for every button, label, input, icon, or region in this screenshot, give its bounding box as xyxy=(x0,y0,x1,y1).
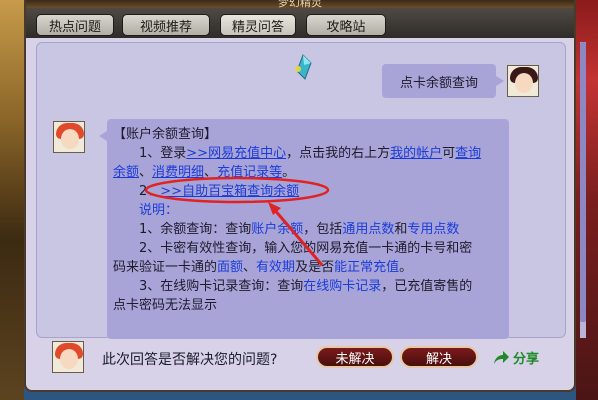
title-bar: 梦幻精灵 xyxy=(26,0,574,9)
tab-bar: 热点问题 视频推荐 精灵问答 攻略站 xyxy=(26,8,574,38)
tab-guide[interactable]: 攻略站 xyxy=(306,14,386,36)
text: 码来验证一卡通的 xyxy=(113,260,218,275)
text: 1、余额查询：查询 xyxy=(139,222,252,237)
tab-hot-questions[interactable]: 热点问题 xyxy=(36,14,114,36)
explain-line-3a: 3、在线购卡记录查询：查询在线购卡记录，已充值寄售的 xyxy=(113,277,499,296)
text: 和 xyxy=(394,222,408,237)
text: 1、登录 xyxy=(139,146,187,161)
tab-label: 视频推荐 xyxy=(139,19,192,35)
text: 2、卡密有效性查询，输入您的网易充值一卡通的卡号和密 xyxy=(139,241,473,256)
scrollbar[interactable] xyxy=(578,42,588,338)
tab-label: 攻略站 xyxy=(326,19,366,35)
answer-line-1b: 余额、消费明细、充值记录等。 xyxy=(113,163,499,182)
text: 及是否 xyxy=(295,260,335,275)
solved-button[interactable]: 解决 xyxy=(400,346,478,368)
recharge-record-link[interactable]: 充值记录等 xyxy=(217,165,282,180)
text: 可 xyxy=(442,146,456,161)
text: 、 xyxy=(204,165,218,180)
sprite-avatar xyxy=(53,121,85,153)
text: 2、 xyxy=(139,184,161,199)
avatar-face xyxy=(60,349,78,369)
text: 账户余额 xyxy=(251,222,304,237)
chat-area: 点卡余额查询 【账户余额查询】 1、登录>>网易充值中心，点击我的右上方我的帐户… xyxy=(36,42,566,339)
explain-line-3b: 点卡密码无法显示 xyxy=(113,296,499,315)
tab-label: 热点问题 xyxy=(48,19,101,35)
recharge-center-link[interactable]: >>网易充值中心 xyxy=(186,146,286,161)
sprite-window: 梦幻精灵 热点问题 视频推荐 精灵问答 攻略站 点卡余额查询 【账户余额查询】 … xyxy=(24,0,586,392)
user-question-bubble: 点卡余额查询 xyxy=(382,64,504,98)
unsolved-label: 未解决 xyxy=(335,351,375,367)
explain-label: 说明： xyxy=(113,201,499,220)
text: 面额 xyxy=(217,260,244,275)
answer-line-1: 1、登录>>网易充值中心，点击我的右上方我的帐户可查询 xyxy=(113,144,499,163)
text: 。 xyxy=(399,260,413,275)
share-arrow-icon xyxy=(494,350,509,364)
text: 。 xyxy=(282,165,296,180)
text: 3、在线购卡记录查询：查询 xyxy=(139,279,304,294)
answer-bubble: 【账户余额查询】 1、登录>>网易充值中心，点击我的右上方我的帐户可查询 余额、… xyxy=(99,119,509,339)
answer-heading: 【账户余额查询】 xyxy=(113,127,218,142)
user-avatar xyxy=(507,65,539,97)
text: 在线购卡记录 xyxy=(303,279,382,294)
unsolved-button[interactable]: 未解决 xyxy=(316,346,394,368)
feedback-question: 此次回答是否解决您的问题? xyxy=(102,352,278,368)
share-label: 分享 xyxy=(513,352,540,367)
avatar-face xyxy=(515,73,533,93)
desktop-background: 梦幻精灵 热点问题 视频推荐 精灵问答 攻略站 点卡余额查询 【账户余额查询】 … xyxy=(0,0,598,400)
text: ，包括 xyxy=(303,222,343,237)
balance-link[interactable]: 余额 xyxy=(113,165,139,180)
text: 有效期 xyxy=(256,260,296,275)
tab-label: 精灵问答 xyxy=(231,19,284,35)
tab-video[interactable]: 视频推荐 xyxy=(122,14,210,36)
answer-line-2: 2、>>自助百宝箱查询余额 xyxy=(113,182,499,201)
text: 、 xyxy=(243,260,257,275)
feedback-bar: 此次回答是否解决您的问题? 未解决 解决 分享 xyxy=(36,340,566,376)
text: 点卡密码无法显示 xyxy=(113,298,218,313)
gem-icon xyxy=(295,54,312,80)
text: ，点击我的右上方 xyxy=(286,146,391,161)
query-link[interactable]: 查询 xyxy=(455,146,481,161)
explain-line-1: 1、余额查询：查询账户余额，包括通用点数和专用点数 xyxy=(113,220,499,239)
text: 说明： xyxy=(139,203,179,218)
explain-line-2a: 2、卡密有效性查询，输入您的网易充值一卡通的卡号和密 xyxy=(113,239,499,258)
text: 能正常充值 xyxy=(334,260,400,275)
user-question-text: 点卡余额查询 xyxy=(399,75,478,91)
text: 专用点数 xyxy=(407,222,460,237)
consumption-link[interactable]: 消费明细 xyxy=(152,165,204,180)
text: 、 xyxy=(139,165,153,180)
share-button[interactable]: 分享 xyxy=(492,348,539,367)
self-service-box-link[interactable]: >>自助百宝箱查询余额 xyxy=(160,184,299,199)
explain-line-2b: 码来验证一卡通的面额、有效期及是否能正常充值。 xyxy=(113,258,499,277)
sprite-avatar-small xyxy=(52,341,84,373)
avatar-face xyxy=(61,129,79,149)
tab-sprite-qa[interactable]: 精灵问答 xyxy=(220,14,296,36)
text: ，已充值寄售的 xyxy=(381,279,473,294)
text: 通用点数 xyxy=(342,222,395,237)
solved-label: 解决 xyxy=(425,351,452,367)
left-decoration xyxy=(0,0,24,400)
my-account-link[interactable]: 我的帐户 xyxy=(390,146,442,161)
